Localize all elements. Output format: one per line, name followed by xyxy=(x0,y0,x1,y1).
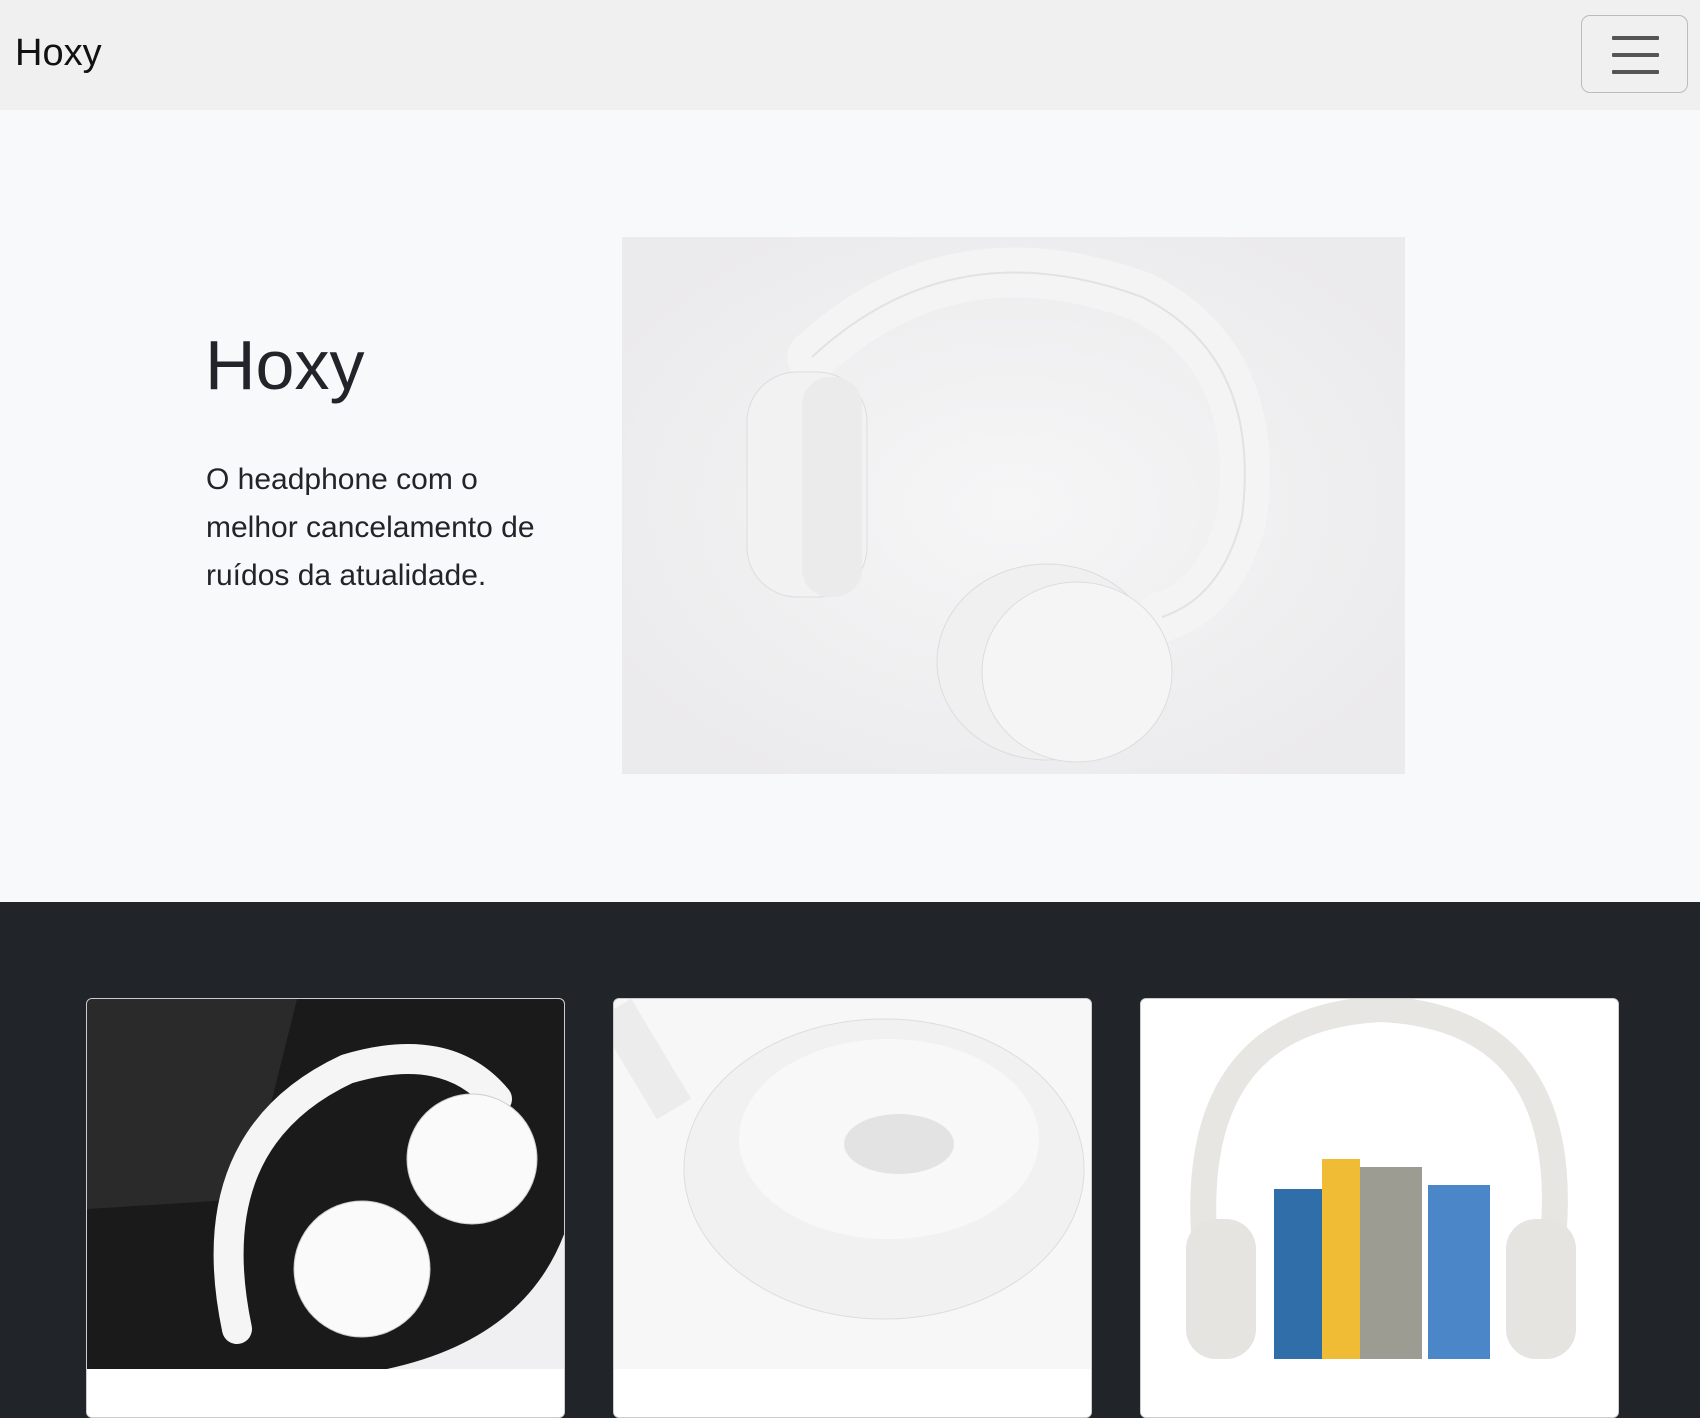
product-card xyxy=(613,998,1092,1418)
card-image-earcup xyxy=(614,999,1091,1369)
navbar-brand[interactable]: Hoxy xyxy=(15,32,102,75)
hamburger-line xyxy=(1612,70,1659,74)
card-image-books xyxy=(1141,999,1618,1369)
card-body xyxy=(1141,1369,1618,1417)
card-image-case xyxy=(87,999,564,1369)
hero-title: Hoxy xyxy=(205,326,365,404)
navbar: Hoxy xyxy=(0,0,1700,110)
hamburger-line xyxy=(1612,53,1659,57)
hero-text: O headphone com o melhor cancelamento de… xyxy=(206,463,535,592)
product-card xyxy=(1140,998,1619,1418)
hamburger-menu-icon xyxy=(1612,36,1659,40)
card-body xyxy=(614,1369,1091,1417)
navbar-toggler-button[interactable] xyxy=(1581,15,1688,93)
card-body xyxy=(87,1369,564,1417)
product-card xyxy=(86,998,565,1418)
hero-section: Hoxy O headphone com o melhor cancelamen… xyxy=(0,110,1700,902)
hero-image xyxy=(622,237,1405,774)
